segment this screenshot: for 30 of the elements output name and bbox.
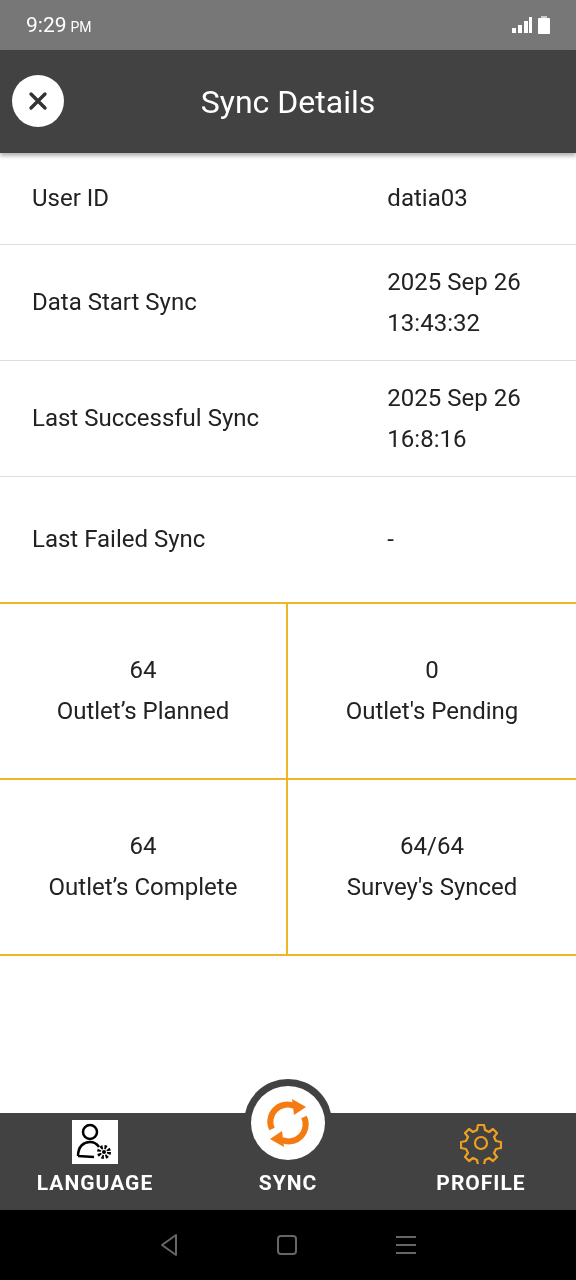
stat-label: Outlet’s Complete (48, 872, 238, 903)
nav-tab[interactable]: LANGUAGE (0, 1113, 190, 1210)
battery-icon (538, 16, 550, 34)
home-icon[interactable] (277, 1235, 297, 1255)
nav-tab[interactable]: PROFILE (386, 1113, 576, 1210)
detail-value: - (387, 524, 395, 555)
stat-count: 64 (129, 831, 157, 862)
detail-label: Last Failed Sync (32, 524, 207, 555)
detail-label: Last Successful Sync (32, 403, 261, 434)
stat-count: 64/64 (400, 831, 464, 862)
close-icon (28, 91, 48, 111)
detail-value: 2025 Sep 26 16:8:16 (387, 382, 522, 455)
detail-label: Data Start Sync (32, 287, 198, 318)
close-button[interactable] (12, 75, 64, 127)
stat-count: 64 (129, 655, 157, 686)
signal-icon (510, 17, 532, 33)
detail-value: datia03 (387, 183, 469, 214)
screen-title: Sync Details (199, 82, 377, 121)
menu-icon[interactable] (395, 1235, 417, 1255)
status-meridiem: PM (70, 19, 92, 35)
gear-icon (460, 1122, 502, 1164)
back-icon[interactable] (159, 1233, 179, 1257)
stat-label: Outlet’s Planned (56, 696, 230, 727)
status-time: 9:29 (26, 13, 67, 37)
stat-label: Survey's Synced (346, 872, 518, 903)
detail-value: 2025 Sep 26 13:43:32 (387, 266, 522, 339)
stat-label: Outlet's Pending (345, 696, 519, 727)
detail-label: User ID (32, 183, 111, 214)
stat-count: 0 (425, 655, 439, 686)
user-gear-icon (72, 1120, 118, 1164)
